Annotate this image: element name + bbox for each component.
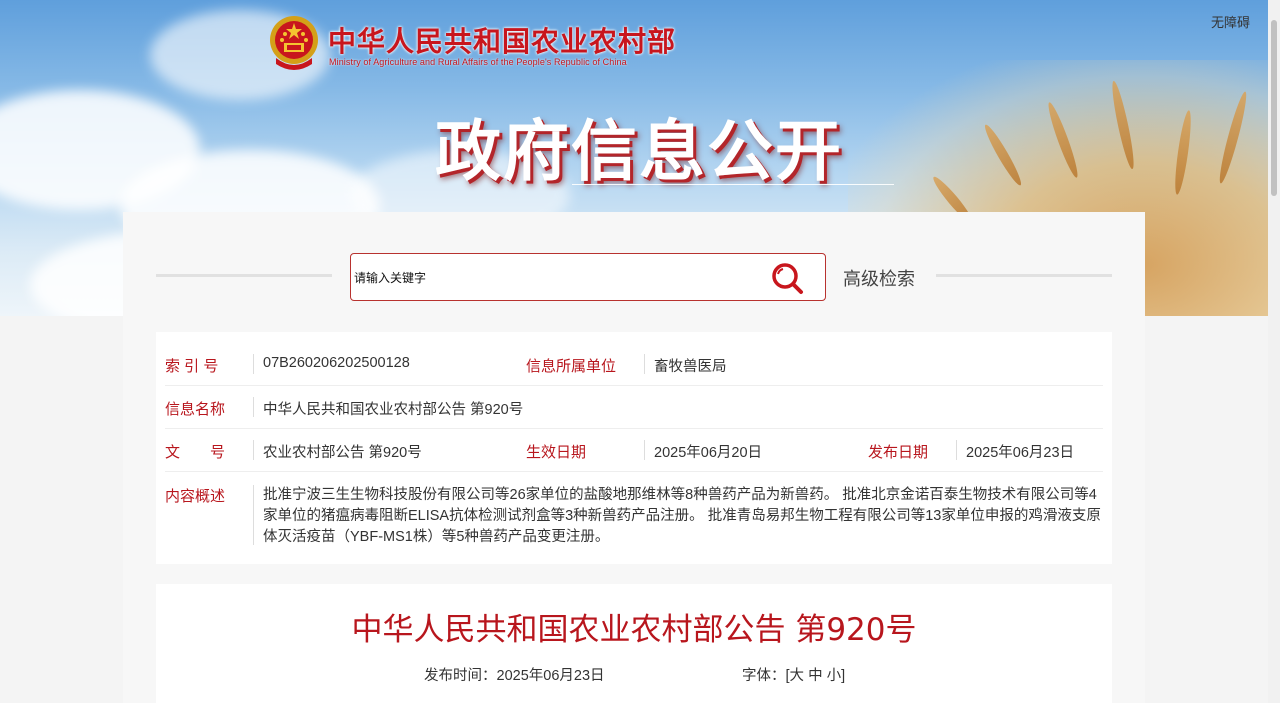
scrollbar[interactable] (1268, 0, 1280, 703)
info-row-index: 索 引 号 07B260206202500128 信息所属单位 畜牧兽医局 (165, 343, 1103, 386)
font-large-button[interactable]: 大 (790, 668, 805, 684)
divider-right (936, 274, 1112, 277)
index-label: 索 引 号 (165, 358, 219, 375)
publish-time-value: 2025年06月23日 (496, 668, 605, 684)
advanced-search-link[interactable]: 高级检索 (843, 265, 915, 291)
effective-date-label: 生效日期 (526, 444, 587, 461)
publish-date-value: 2025年06月23日 (966, 445, 1075, 461)
banner-title: 政府信息公开 (435, 113, 843, 190)
divider (644, 440, 645, 460)
search-input[interactable] (352, 264, 756, 292)
divider (253, 397, 254, 417)
banner-underline (572, 184, 894, 185)
index-value: 07B260206202500128 (263, 355, 410, 371)
national-emblem-icon (270, 16, 318, 70)
search-icon[interactable] (771, 262, 805, 296)
name-value: 中华人民共和国农业农村部公告 第920号 (263, 402, 524, 418)
divider (956, 440, 957, 460)
font-small-button[interactable]: 小 (827, 668, 842, 684)
publish-time: 发布时间：2025年06月23日 (424, 664, 605, 685)
publish-time-label: 发布时间： (424, 668, 497, 684)
font-size-controls: 字体：[大 中 小] (742, 664, 845, 685)
doc-number-label: 文 号 (165, 444, 226, 461)
ministry-name-en: Ministry of Agriculture and Rural Affair… (329, 57, 627, 67)
info-row-name: 信息名称 中华人民共和国农业农村部公告 第920号 (165, 386, 1103, 429)
divider-left (156, 274, 332, 277)
ministry-name-cn: 中华人民共和国农业农村部 (328, 25, 677, 58)
unit-value: 畜牧兽医局 (654, 359, 727, 375)
doc-number-value: 农业农村部公告 第920号 (263, 445, 422, 461)
divider (253, 440, 254, 460)
divider (253, 485, 254, 545)
info-card: 索 引 号 07B260206202500128 信息所属单位 畜牧兽医局 信息… (156, 332, 1112, 564)
publish-date-label: 发布日期 (868, 444, 929, 461)
effective-date-value: 2025年06月20日 (654, 445, 763, 461)
divider (253, 354, 254, 374)
divider (644, 354, 645, 374)
bracket-close: ] (841, 668, 846, 684)
summary-label: 内容概述 (165, 488, 226, 505)
article-card: 中华人民共和国农业农村部公告 第920号 发布时间：2025年06月23日 字体… (156, 584, 1112, 703)
name-label: 信息名称 (165, 401, 226, 418)
article-title: 中华人民共和国农业农村部公告 第920号 (351, 612, 917, 648)
font-medium-button[interactable]: 中 (808, 668, 823, 684)
font-size-label: 字体： (742, 668, 786, 684)
summary-text: 批准宁波三生生物科技股份有限公司等26家单位的盐酸地那维林等8种兽药产品为新兽药… (263, 487, 1101, 545)
info-row-doc: 文 号 农业农村部公告 第920号 生效日期 2025年06月20日 发布日期 … (165, 429, 1103, 472)
unit-label: 信息所属单位 (526, 358, 617, 375)
scrollbar-thumb[interactable] (1271, 20, 1277, 196)
search-box (350, 253, 826, 301)
accessibility-link[interactable]: 无障碍 (1211, 12, 1250, 31)
